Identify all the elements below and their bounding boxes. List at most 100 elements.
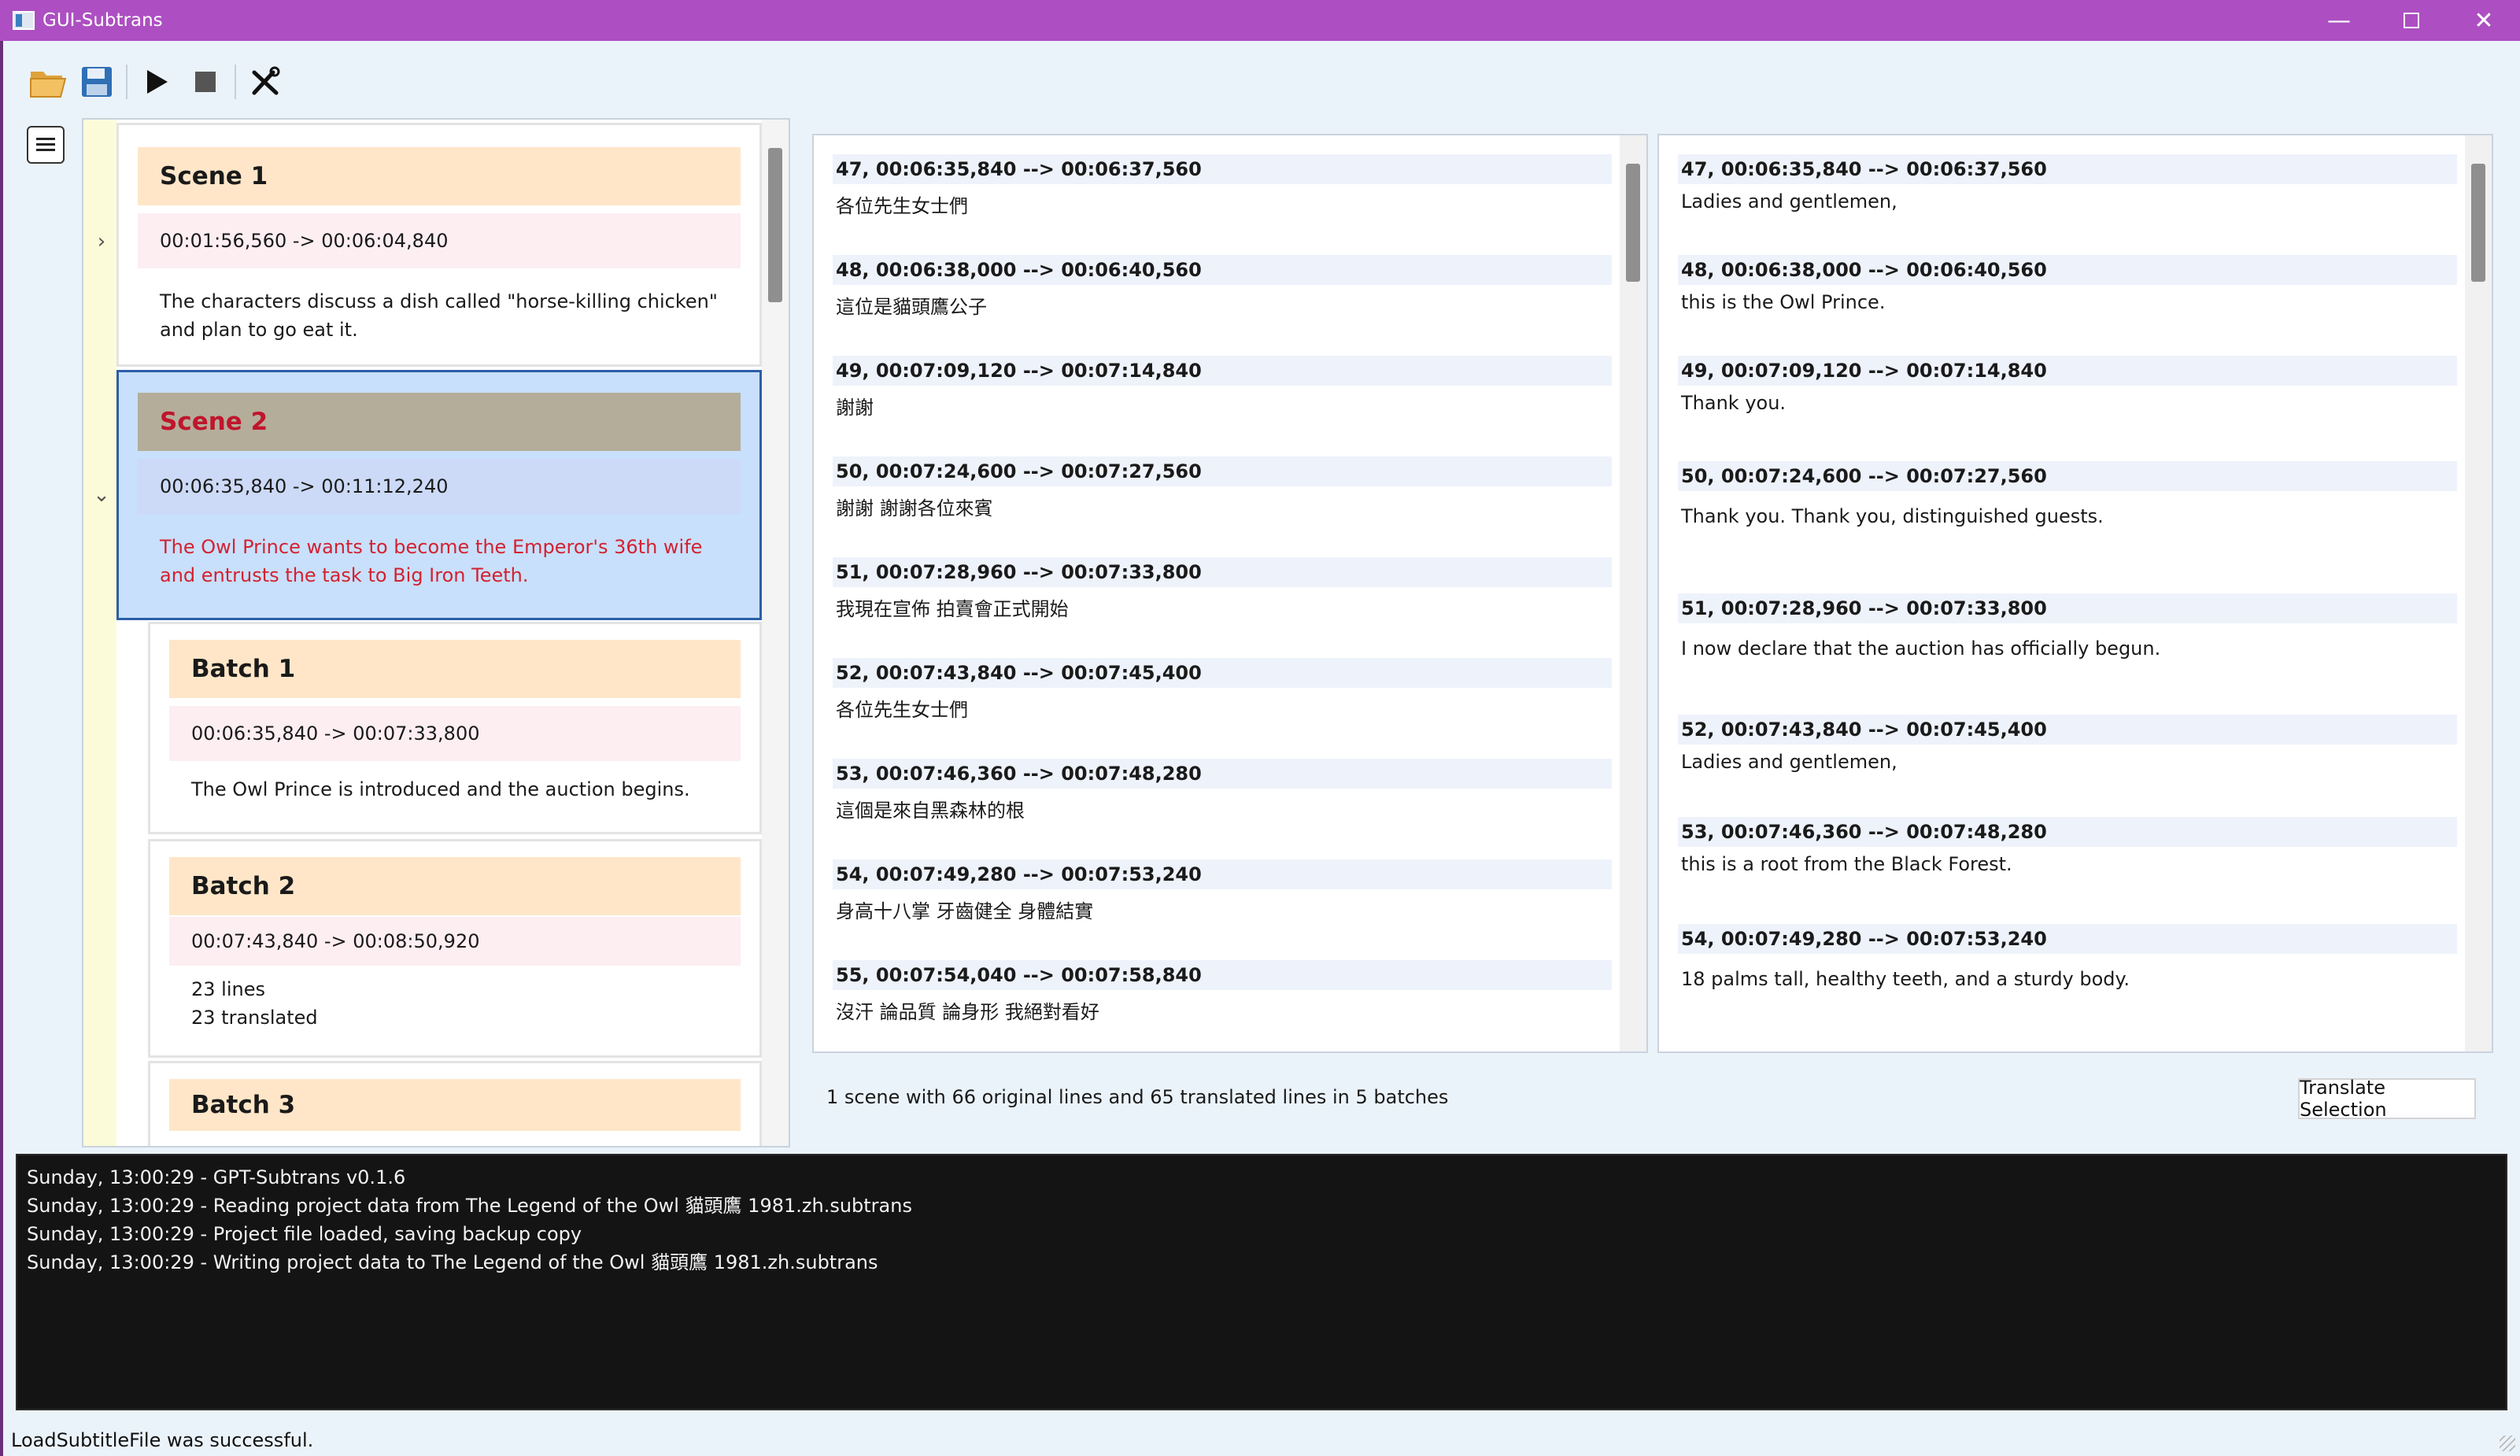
translated-line[interactable]: 49, 00:07:09,120 --> 00:07:14,840 Thank … <box>1678 356 2457 414</box>
scene-tree[interactable]: › ⌄ Scene 1 00:01:56,560 -> 00:06:04,840… <box>82 118 790 1147</box>
subtitle-line[interactable]: 51, 00:07:28,960 --> 00:07:33,800 我現在宣佈 … <box>833 557 1612 621</box>
line-text: Thank you. Thank you, distinguished gues… <box>1681 505 2104 527</box>
batch-card[interactable]: Batch 3 <box>148 1061 762 1146</box>
line-text: 身高十八掌 牙齒健全 身體結實 <box>836 900 1094 922</box>
close-icon: ✕ <box>2474 6 2494 35</box>
minimize-icon: — <box>2327 6 2351 35</box>
line-header: 48, 00:06:38,000 --> 00:06:40,560 <box>1678 255 2457 285</box>
toggle-view-button[interactable] <box>27 126 65 164</box>
original-scrollbar[interactable] <box>1620 135 1646 1051</box>
window-title: GUI-Subtrans <box>42 10 163 31</box>
maximize-icon <box>2404 13 2419 28</box>
open-icon <box>30 72 67 98</box>
translated-line[interactable]: 53, 00:07:46,360 --> 00:07:48,280 this i… <box>1678 817 2457 875</box>
subtitle-line[interactable]: 47, 00:06:35,840 --> 00:06:37,560 各位先生女士… <box>833 154 1612 218</box>
subtitle-line[interactable]: 52, 00:07:43,840 --> 00:07:45,400 各位先生女士… <box>833 658 1612 722</box>
save-icon <box>82 67 112 97</box>
toolbar-separator <box>126 65 127 99</box>
translated-subtitles-pane[interactable]: 47, 00:06:35,840 --> 00:06:37,560 Ladies… <box>1657 134 2493 1053</box>
line-header: 52, 00:07:43,840 --> 00:07:45,400 <box>833 658 1612 688</box>
subtitle-line[interactable]: 53, 00:07:46,360 --> 00:07:48,280 這個是來自黑… <box>833 759 1612 822</box>
list-icon <box>36 138 55 151</box>
original-scrollbar-thumb[interactable] <box>1626 164 1640 282</box>
line-text: 各位先生女士們 <box>836 195 968 217</box>
batch-description: The Owl Prince is introduced and the auc… <box>191 778 690 800</box>
app-icon <box>13 11 35 30</box>
line-text: Thank you. <box>1681 392 1787 414</box>
log-line: Sunday, 13:00:29 - Project file loaded, … <box>27 1223 582 1245</box>
resize-grip-icon[interactable] <box>2500 1436 2515 1451</box>
batch-card[interactable]: Batch 1 00:06:35,840 -> 00:07:33,800 The… <box>148 622 762 834</box>
play-icon <box>147 70 168 94</box>
tree-scrollbar[interactable] <box>762 120 789 1146</box>
line-header: 54, 00:07:49,280 --> 00:07:53,240 <box>833 859 1612 889</box>
status-bar-message: LoadSubtitleFile was successful. <box>11 1429 314 1451</box>
translated-line[interactable]: 50, 00:07:24,600 --> 00:07:27,560 Thank … <box>1678 461 2457 527</box>
batch-title: Batch 3 <box>169 1079 741 1131</box>
line-header: 54, 00:07:49,280 --> 00:07:53,240 <box>1678 924 2457 954</box>
scene-card[interactable]: Scene 1 00:01:56,560 -> 00:06:04,840 The… <box>116 123 762 367</box>
save-project-button[interactable] <box>72 60 121 104</box>
line-header: 51, 00:07:28,960 --> 00:07:33,800 <box>833 557 1612 587</box>
scene-card-selected[interactable]: Scene 2 00:06:35,840 -> 00:11:12,240 The… <box>116 370 762 620</box>
line-header: 49, 00:07:09,120 --> 00:07:14,840 <box>1678 356 2457 386</box>
line-header: 47, 00:06:35,840 --> 00:06:37,560 <box>1678 154 2457 184</box>
translated-line[interactable]: 51, 00:07:28,960 --> 00:07:33,800 I now … <box>1678 593 2457 660</box>
line-text: Ladies and gentlemen, <box>1681 751 1897 773</box>
batch-time: 00:07:43,840 -> 00:08:50,920 <box>169 917 741 966</box>
tools-icon <box>252 66 280 95</box>
subtitle-line[interactable]: 49, 00:07:09,120 --> 00:07:14,840 謝謝 <box>833 356 1612 419</box>
line-text: 這個是來自黑森林的根 <box>836 800 1025 822</box>
line-text: I now declare that the auction has offic… <box>1681 637 2161 660</box>
left-rail <box>0 41 3 1456</box>
batch-title: Batch 2 <box>169 857 741 915</box>
line-text: 18 palms tall, healthy teeth, and a stur… <box>1681 968 2130 990</box>
tree-scrollbar-thumb[interactable] <box>768 148 782 302</box>
scene-description: The characters discuss a dish called "ho… <box>160 290 718 341</box>
subtitle-line[interactable]: 55, 00:07:54,040 --> 00:07:58,840 沒汗 論品質… <box>833 960 1612 1024</box>
toolbar-separator <box>235 65 236 99</box>
log-output[interactable]: Sunday, 13:00:29 - GPT-Subtrans v0.1.6 S… <box>16 1154 2507 1410</box>
scene-time: 00:06:35,840 -> 00:11:12,240 <box>138 459 741 514</box>
subtitle-line[interactable]: 50, 00:07:24,600 --> 00:07:27,560 謝謝 謝謝各… <box>833 456 1612 520</box>
subtitle-line[interactable]: 54, 00:07:49,280 --> 00:07:53,240 身高十八掌 … <box>833 859 1612 923</box>
line-header: 49, 00:07:09,120 --> 00:07:14,840 <box>833 356 1612 386</box>
scene-1-expander[interactable]: › <box>90 230 113 253</box>
settings-button[interactable] <box>241 60 290 104</box>
batch-card[interactable]: Batch 2 00:07:43,840 -> 00:08:50,920 23 … <box>148 839 762 1058</box>
translated-line[interactable]: 47, 00:06:35,840 --> 00:06:37,560 Ladies… <box>1678 154 2457 212</box>
original-subtitles-pane[interactable]: 47, 00:06:35,840 --> 00:06:37,560 各位先生女士… <box>812 134 1648 1053</box>
translated-line[interactable]: 48, 00:06:38,000 --> 00:06:40,560 this i… <box>1678 255 2457 313</box>
translated-scrollbar[interactable] <box>2465 135 2492 1051</box>
translated-line[interactable]: 52, 00:07:43,840 --> 00:07:45,400 Ladies… <box>1678 715 2457 773</box>
line-header: 48, 00:06:38,000 --> 00:06:40,560 <box>833 255 1612 285</box>
line-text: this is a root from the Black Forest. <box>1681 853 2012 875</box>
line-header: 52, 00:07:43,840 --> 00:07:45,400 <box>1678 715 2457 745</box>
start-translation-button[interactable] <box>132 60 181 104</box>
line-header: 53, 00:07:46,360 --> 00:07:48,280 <box>1678 817 2457 847</box>
open-project-button[interactable] <box>24 60 72 104</box>
line-text: 這位是貓頭鷹公子 <box>836 296 987 318</box>
scene-description: The Owl Prince wants to become the Emper… <box>160 536 703 586</box>
subtitle-line[interactable]: 48, 00:06:38,000 --> 00:06:40,560 這位是貓頭鷹… <box>833 255 1612 319</box>
line-header: 51, 00:07:28,960 --> 00:07:33,800 <box>1678 593 2457 623</box>
translate-selection-button[interactable]: Translate Selection <box>2298 1077 2476 1121</box>
translated-scrollbar-thumb[interactable] <box>2471 164 2485 282</box>
minimize-button[interactable]: — <box>2303 0 2375 41</box>
line-header: 50, 00:07:24,600 --> 00:07:27,560 <box>1678 461 2457 491</box>
scene-time: 00:01:56,560 -> 00:06:04,840 <box>138 213 741 268</box>
close-button[interactable]: ✕ <box>2448 0 2520 41</box>
batch-time: 00:06:35,840 -> 00:07:33,800 <box>169 706 741 761</box>
line-header: 55, 00:07:54,040 --> 00:07:58,840 <box>833 960 1612 990</box>
batch-title: Batch 1 <box>169 640 741 698</box>
line-text: Ladies and gentlemen, <box>1681 190 1897 212</box>
scene-2-expander[interactable]: ⌄ <box>90 483 113 507</box>
log-line: Sunday, 13:00:29 - Writing project data … <box>27 1251 878 1273</box>
maximize-button[interactable] <box>2375 0 2448 41</box>
line-text: 各位先生女士們 <box>836 699 968 721</box>
toolbar <box>24 60 290 104</box>
stop-translation-button[interactable] <box>181 60 230 104</box>
translated-line[interactable]: 54, 00:07:49,280 --> 00:07:53,240 18 pal… <box>1678 924 2457 990</box>
line-text: 我現在宣佈 拍賣會正式開始 <box>836 598 1069 620</box>
log-line: Sunday, 13:00:29 - GPT-Subtrans v0.1.6 <box>27 1166 406 1188</box>
